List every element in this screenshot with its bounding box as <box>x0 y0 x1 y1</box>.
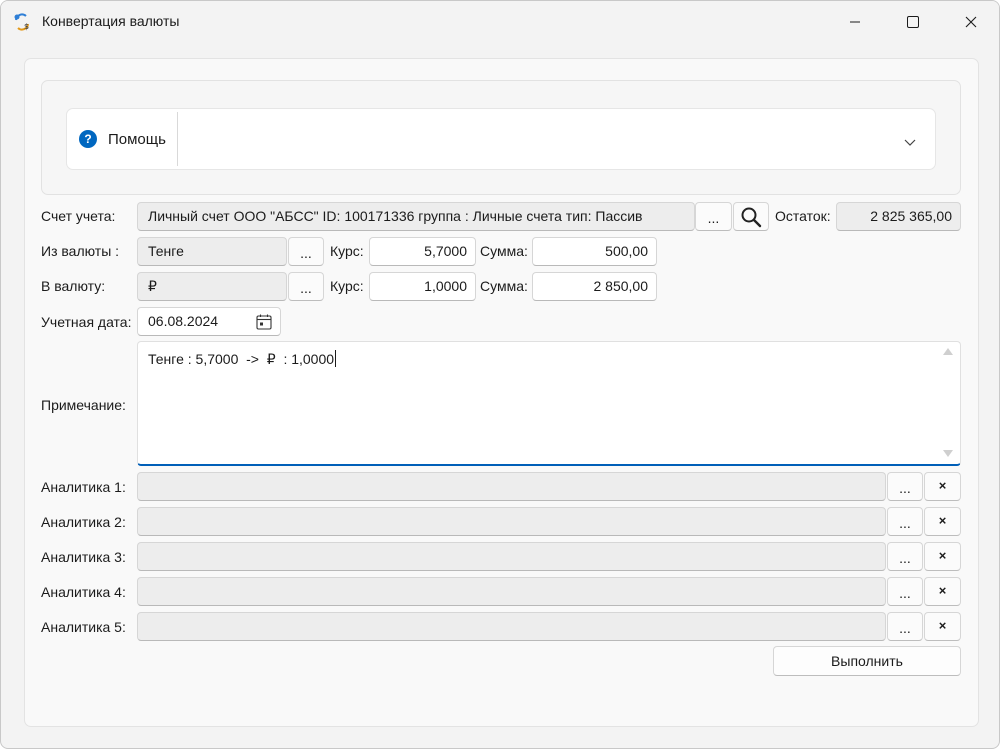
to-currency-browse-button[interactable]: ... <box>288 272 324 301</box>
question-circle-icon: ? <box>79 130 97 148</box>
accounting-date-label: Учетная дата: <box>41 314 132 330</box>
from-rate-label: Курс: <box>330 243 364 259</box>
balance-label: Остаток: <box>775 208 831 224</box>
analytics-5-field[interactable] <box>137 612 886 641</box>
note-text: Тенге : 5,7000 -> ₽ : 1,0000 <box>148 351 335 367</box>
help-expander[interactable] <box>66 108 936 170</box>
maximize-button[interactable] <box>884 1 942 43</box>
analytics-2-label: Аналитика 2: <box>41 514 126 530</box>
title-bar: $ Конвертация валюты <box>1 1 999 43</box>
to-rate-input[interactable]: 1,0000 <box>369 272 476 301</box>
from-sum-input[interactable]: 500,00 <box>532 237 657 266</box>
from-rate-input[interactable]: 5,7000 <box>369 237 476 266</box>
analytics-3-field[interactable] <box>137 542 886 571</box>
window-title: Конвертация валюты <box>42 13 180 29</box>
help-label: Помощь <box>108 131 166 148</box>
svg-text:$: $ <box>24 22 29 31</box>
analytics-2-clear-button[interactable]: × <box>924 507 961 536</box>
analytics-3-browse-button[interactable]: ... <box>887 542 923 571</box>
note-textarea[interactable]: Тенге : 5,7000 -> ₽ : 1,0000 <box>137 341 961 466</box>
analytics-2-field[interactable] <box>137 507 886 536</box>
analytics-4-label: Аналитика 4: <box>41 584 126 600</box>
close-button[interactable] <box>942 1 999 43</box>
from-currency-label: Из валюты : <box>41 243 120 259</box>
analytics-4-field[interactable] <box>137 577 886 606</box>
minimize-icon <box>850 21 860 23</box>
calendar-icon[interactable] <box>256 314 272 330</box>
maximize-icon <box>907 16 919 28</box>
text-caret <box>335 350 337 367</box>
scroll-up-arrow-icon[interactable] <box>943 348 953 355</box>
currency-exchange-icon: $ <box>14 13 29 31</box>
from-sum-label: Сумма: <box>480 243 528 259</box>
run-button[interactable]: Выполнить <box>773 646 961 676</box>
to-sum-input[interactable]: 2 850,00 <box>532 272 657 301</box>
to-sum-label: Сумма: <box>480 278 528 294</box>
from-currency-browse-button[interactable]: ... <box>288 237 324 266</box>
analytics-3-label: Аналитика 3: <box>41 549 126 565</box>
analytics-1-browse-button[interactable]: ... <box>887 472 923 501</box>
account-browse-button[interactable]: ... <box>695 202 732 231</box>
analytics-1-field[interactable] <box>137 472 886 501</box>
analytics-4-browse-button[interactable]: ... <box>887 577 923 606</box>
to-currency-label: В валюту: <box>41 278 106 294</box>
account-field[interactable]: Личный счет ООО "АБСС" ID: 100171336 гру… <box>137 202 695 231</box>
to-currency-field[interactable]: ₽ <box>137 272 287 301</box>
scroll-down-arrow-icon[interactable] <box>943 450 953 457</box>
chevron-down-icon[interactable] <box>902 134 918 150</box>
analytics-4-clear-button[interactable]: × <box>924 577 961 606</box>
analytics-1-clear-button[interactable]: × <box>924 472 961 501</box>
search-icon <box>741 207 762 228</box>
minimize-button[interactable] <box>826 1 884 43</box>
account-label: Счет учета: <box>41 208 116 224</box>
analytics-5-label: Аналитика 5: <box>41 619 126 635</box>
conversion-window: $ Конвертация валюты ? Помощь Счет учета… <box>0 0 1000 749</box>
account-search-button[interactable] <box>733 202 769 231</box>
analytics-1-label: Аналитика 1: <box>41 479 126 495</box>
analytics-5-clear-button[interactable]: × <box>924 612 961 641</box>
from-currency-field[interactable]: Тенге <box>137 237 287 266</box>
help-divider <box>177 112 178 166</box>
to-rate-label: Курс: <box>330 278 364 294</box>
analytics-5-browse-button[interactable]: ... <box>887 612 923 641</box>
close-icon <box>965 16 977 28</box>
analytics-3-clear-button[interactable]: × <box>924 542 961 571</box>
note-label: Примечание: <box>41 397 126 413</box>
accounting-date-value: 06.08.2024 <box>148 313 219 329</box>
accounting-date-picker[interactable]: 06.08.2024 <box>137 307 281 336</box>
analytics-2-browse-button[interactable]: ... <box>887 507 923 536</box>
balance-field: 2 825 365,00 <box>836 202 961 231</box>
